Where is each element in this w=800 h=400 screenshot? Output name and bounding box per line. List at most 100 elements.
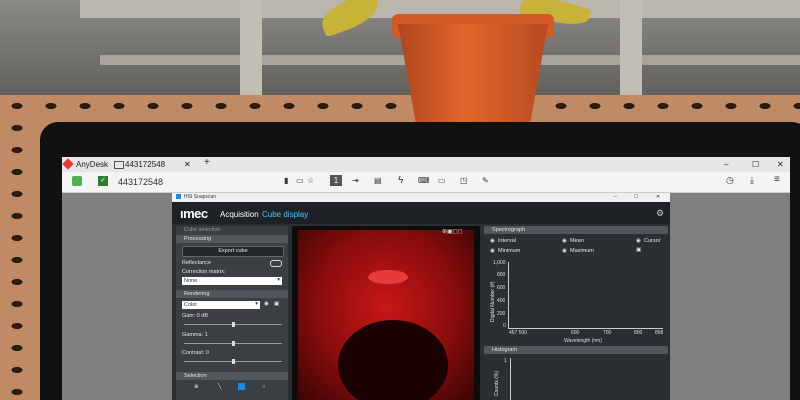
cube-image-viewer[interactable]: ⊕▣◻◻: [292, 226, 480, 400]
gain-slider-knob[interactable]: [232, 322, 235, 327]
display-1-icon[interactable]: 1: [330, 175, 342, 186]
maximum-eye-icon[interactable]: ◉: [562, 248, 567, 254]
x-tick: 467 500: [509, 330, 528, 336]
actions-icon[interactable]: ϟ: [398, 175, 403, 186]
app-maximize-button[interactable]: ☐: [634, 194, 638, 200]
lock-icon[interactable]: ▣: [274, 301, 279, 307]
app-minimize-button[interactable]: –: [614, 194, 617, 200]
session-tab[interactable]: 443172548: [125, 160, 165, 169]
history-icon[interactable]: ◷: [726, 175, 734, 186]
eye-icon[interactable]: ◉: [264, 301, 269, 307]
interval-option[interactable]: Interval: [498, 238, 516, 244]
contrast-slider-knob[interactable]: [232, 359, 235, 364]
menu-icon[interactable]: ≡: [774, 174, 780, 185]
spectrograph-plot[interactable]: 1,000 800 600 400 200 0 467 500 600 700 …: [493, 260, 663, 344]
interval-eye-icon[interactable]: ◉: [490, 238, 495, 244]
settings-gear-icon[interactable]: ⚙: [656, 208, 664, 219]
imec-logo: ımec: [180, 206, 208, 221]
maximize-button[interactable]: ☐: [752, 160, 759, 169]
render-mode-value: Color: [184, 302, 198, 308]
mean-eye-icon[interactable]: ◉: [562, 238, 567, 244]
contrast-slider[interactable]: [184, 359, 282, 364]
tab-acquisition[interactable]: Acquisition: [220, 210, 259, 219]
app-icon: [176, 194, 181, 199]
histogram-y-label: Counts (%): [494, 370, 500, 396]
export-cube-button[interactable]: Export cube: [182, 246, 284, 257]
new-tab-button[interactable]: +: [204, 157, 210, 168]
maximum-option[interactable]: Maximum: [570, 248, 594, 254]
keyboard-icon[interactable]: ⌨: [418, 176, 430, 185]
cube-selection-header[interactable]: Cube selection: [176, 226, 288, 234]
minimize-button[interactable]: –: [724, 160, 728, 169]
viewer-tools-icon[interactable]: ⊕▣◻◻: [442, 228, 463, 235]
display-icon[interactable]: ▭: [438, 176, 446, 185]
anydesk-app-name: AnyDesk: [76, 160, 109, 169]
disk-icon[interactable]: ▮: [284, 176, 288, 185]
close-tab-icon[interactable]: ✕: [184, 160, 191, 169]
cursor-option[interactable]: Cursor: [644, 238, 661, 244]
y-tick: 600: [497, 285, 506, 291]
anydesk-toolbar: ✓ 443172548 ▮ ▭ ☆ 1 ⇥ ▤ ϟ ⌨ ▭ ◳ ✎ ◷ ⤓ ≡: [62, 172, 790, 193]
pointer-tool-icon[interactable]: ⊕: [194, 384, 199, 390]
histogram-y-axis: [510, 358, 511, 400]
gamma-slider-knob[interactable]: [232, 341, 235, 346]
app-title-bar: HSI Snapscan – ☐ ✕: [172, 193, 670, 202]
app-close-button[interactable]: ✕: [656, 194, 660, 200]
app-window-title: HSI Snapscan: [184, 194, 216, 200]
circle-tool-icon[interactable]: ○: [262, 384, 265, 390]
x-tick: 700: [603, 330, 612, 336]
chevron-down-icon: ▾: [277, 277, 280, 283]
rendering-label: Rendering: [184, 291, 210, 297]
spectrograph-header[interactable]: Spectrograph: [484, 226, 668, 234]
spectrum-lock-icon[interactable]: ▣: [636, 247, 641, 253]
mean-option[interactable]: Mean: [570, 238, 584, 244]
correction-matrix-value: None: [184, 278, 198, 284]
connection-icon[interactable]: [72, 176, 82, 186]
image-shadow: [338, 320, 448, 400]
minimum-eye-icon[interactable]: ◉: [490, 248, 495, 254]
chat-icon[interactable]: ▤: [374, 176, 382, 185]
laptop-screen: AnyDesk 443172548 ✕ + – ☐ ✕ ✓ 443172548 …: [62, 157, 790, 400]
pen-icon[interactable]: ✎: [482, 176, 489, 185]
cursor-eye-icon[interactable]: ◉: [636, 238, 641, 244]
download-icon[interactable]: ⤓: [750, 175, 754, 186]
spectrograph-label: Spectrograph: [492, 227, 526, 233]
x-tick: 898: [655, 330, 664, 336]
gamma-label: Gamma: 1: [182, 332, 208, 338]
star-icon[interactable]: ☆: [307, 176, 314, 185]
y-tick: 1,000: [493, 260, 506, 266]
line-tool-icon[interactable]: ╲: [218, 384, 221, 390]
x-axis-label: Wavelength (nm): [564, 338, 602, 344]
railing-post: [240, 0, 262, 100]
close-window-button[interactable]: ✕: [777, 160, 784, 169]
processing-header[interactable]: Processing: [176, 235, 288, 243]
rendering-header[interactable]: Rendering: [176, 290, 288, 298]
render-mode-select[interactable]: Color ▾: [182, 301, 260, 309]
contrast-label: Contrast: 0: [182, 350, 209, 356]
monitor-icon: [114, 161, 124, 169]
monitor-small-icon[interactable]: ▭: [296, 176, 304, 185]
anydesk-logo-icon: [62, 158, 74, 170]
address-field[interactable]: 443172548: [118, 177, 163, 187]
reflectance-toggle[interactable]: [270, 260, 282, 267]
minimum-option[interactable]: Minimum: [498, 248, 520, 254]
gain-slider[interactable]: [184, 322, 282, 327]
gain-label: Gain: 0 dB: [182, 313, 208, 319]
gamma-slider[interactable]: [184, 341, 282, 346]
selection-header[interactable]: Selection: [176, 372, 288, 380]
input-icon[interactable]: ⇥: [352, 176, 359, 185]
histogram-y-tick: 1: [504, 358, 507, 364]
tab-cube-display[interactable]: Cube display: [262, 210, 308, 219]
histogram-header[interactable]: Histogram: [484, 346, 668, 354]
right-chart-panel: Spectrograph ◉ Interval ◉ Mean ◉ Cursor …: [484, 226, 668, 400]
y-tick: 800: [497, 272, 506, 278]
hsi-app-window: HSI Snapscan – ☐ ✕ ımec Acquisition Cube…: [172, 193, 670, 400]
reflectance-label: Reflectance: [182, 260, 212, 266]
rect-tool-icon[interactable]: [238, 383, 245, 390]
screenshot-icon[interactable]: ◳: [460, 176, 468, 185]
remote-desktop: HSI Snapscan – ☐ ✕ ımec Acquisition Cube…: [62, 193, 790, 400]
y-tick: 400: [497, 298, 506, 304]
anydesk-tab-strip: AnyDesk 443172548 ✕ + – ☐ ✕: [62, 157, 790, 172]
correction-matrix-select[interactable]: None ▾: [182, 277, 282, 285]
selection-label: Selection: [184, 373, 207, 379]
